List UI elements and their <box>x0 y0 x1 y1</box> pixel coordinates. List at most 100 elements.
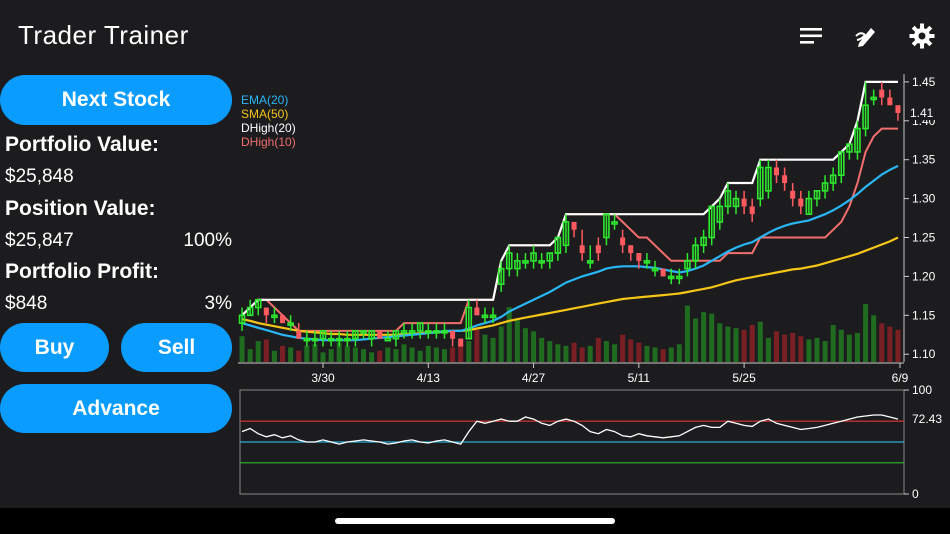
time-tick-label: 5/25 <box>732 371 756 385</box>
sell-button[interactable]: Sell <box>121 323 232 372</box>
time-tick-label: 5/11 <box>628 371 651 385</box>
volume-bar <box>288 347 294 362</box>
time-tick-label: 3/30 <box>311 371 335 385</box>
volume-bar <box>846 334 852 362</box>
volume-bar <box>806 339 812 362</box>
candle <box>296 330 302 339</box>
volume-bar <box>652 347 658 362</box>
volume-bar <box>531 331 537 362</box>
volume-bar <box>369 352 375 362</box>
volume-bar <box>612 344 618 362</box>
price-tick-label: 1.35 <box>912 153 936 167</box>
volume-bar <box>644 345 650 362</box>
candle <box>458 338 464 347</box>
volume-bar <box>838 329 844 362</box>
candle <box>474 307 480 316</box>
volume-bar <box>871 315 877 362</box>
volume-bar <box>595 337 601 362</box>
volume-bar <box>765 337 771 362</box>
volume-bar <box>425 345 431 362</box>
volume-bar <box>506 307 512 362</box>
position-value: $25,847 <box>5 230 74 251</box>
volume-bar <box>684 305 690 362</box>
price-tick-label: 1.25 <box>912 231 936 245</box>
candle <box>384 337 392 342</box>
volume-bar <box>603 341 609 362</box>
volume-bar <box>458 344 464 362</box>
position-value-label: Position Value: <box>5 197 156 220</box>
volume-bar <box>271 350 277 362</box>
volume-bar <box>822 341 828 362</box>
next-stock-button[interactable]: Next Stock <box>0 75 232 125</box>
portfolio-value-label: Portfolio Value: <box>5 133 160 156</box>
candle <box>628 245 634 254</box>
time-tick-label: 6/9 <box>892 371 909 385</box>
volume-bar <box>352 347 358 362</box>
volume-bar <box>296 350 302 362</box>
volume-bar <box>693 318 699 362</box>
oscillator-tick-label: 0 <box>912 487 919 501</box>
volume-bar <box>628 339 634 362</box>
legend-entry: DHigh(10) <box>241 135 296 149</box>
volume-bar <box>361 349 367 362</box>
volume-bar <box>887 326 893 362</box>
portfolio-value: $25,848 <box>5 166 74 187</box>
volume-bar <box>587 345 593 362</box>
volume-bar <box>490 337 496 362</box>
candle <box>879 89 885 98</box>
buy-button[interactable]: Buy <box>0 323 109 372</box>
legend-entry: SMA(50) <box>241 107 288 121</box>
volume-bar <box>539 337 545 362</box>
volume-bar <box>466 341 472 362</box>
volume-bar <box>312 344 318 362</box>
volume-bar <box>280 345 286 362</box>
volume-bar <box>377 350 383 362</box>
volume-bar <box>482 334 488 362</box>
volume-bar <box>247 349 253 362</box>
portfolio-profit-label: Portfolio Profit: <box>5 260 159 283</box>
volume-bar <box>385 347 391 362</box>
volume-bar <box>579 347 585 362</box>
legend-entry: EMA(20) <box>241 93 288 107</box>
gear-icon[interactable] <box>908 22 936 50</box>
volume-bar <box>749 324 755 362</box>
candle <box>798 198 804 207</box>
candle <box>636 253 642 261</box>
volume-bar <box>790 333 796 362</box>
volume-bar <box>498 326 504 362</box>
volume-bar <box>773 331 779 362</box>
advance-button[interactable]: Advance <box>0 384 232 433</box>
volume-bar <box>547 341 553 362</box>
candle <box>280 315 286 324</box>
volume-bar <box>263 339 269 362</box>
home-indicator <box>335 518 615 524</box>
stock-chart[interactable]: 1.451.401.351.301.251.201.151.101.413/30… <box>238 70 950 502</box>
volume-bar <box>328 349 334 362</box>
volume-bar <box>863 304 869 362</box>
volume-bar <box>660 349 666 362</box>
volume-bar <box>830 324 836 362</box>
candle <box>895 105 901 114</box>
oscillator-tick-label: 100 <box>912 383 932 397</box>
app-title: Trader Trainer <box>18 20 189 50</box>
candle <box>773 167 779 176</box>
candle <box>741 198 747 207</box>
volume-bar <box>320 352 326 362</box>
volume-bar <box>636 342 642 362</box>
volume-bar <box>717 323 723 362</box>
candle <box>571 221 577 230</box>
volume-bar <box>344 345 350 362</box>
candle <box>377 330 383 339</box>
list-icon[interactable] <box>798 22 826 50</box>
price-tick-label: 1.20 <box>912 269 936 283</box>
volume-bar <box>701 312 707 362</box>
candle <box>595 245 601 254</box>
volume-bar <box>782 334 788 362</box>
volume-bar <box>879 323 885 362</box>
volume-bar <box>895 329 901 362</box>
sma50-line <box>241 236 899 336</box>
time-tick-label: 4/13 <box>417 371 441 385</box>
candle <box>450 330 456 339</box>
edit-icon[interactable] <box>853 22 881 50</box>
volume-bar <box>474 329 480 362</box>
